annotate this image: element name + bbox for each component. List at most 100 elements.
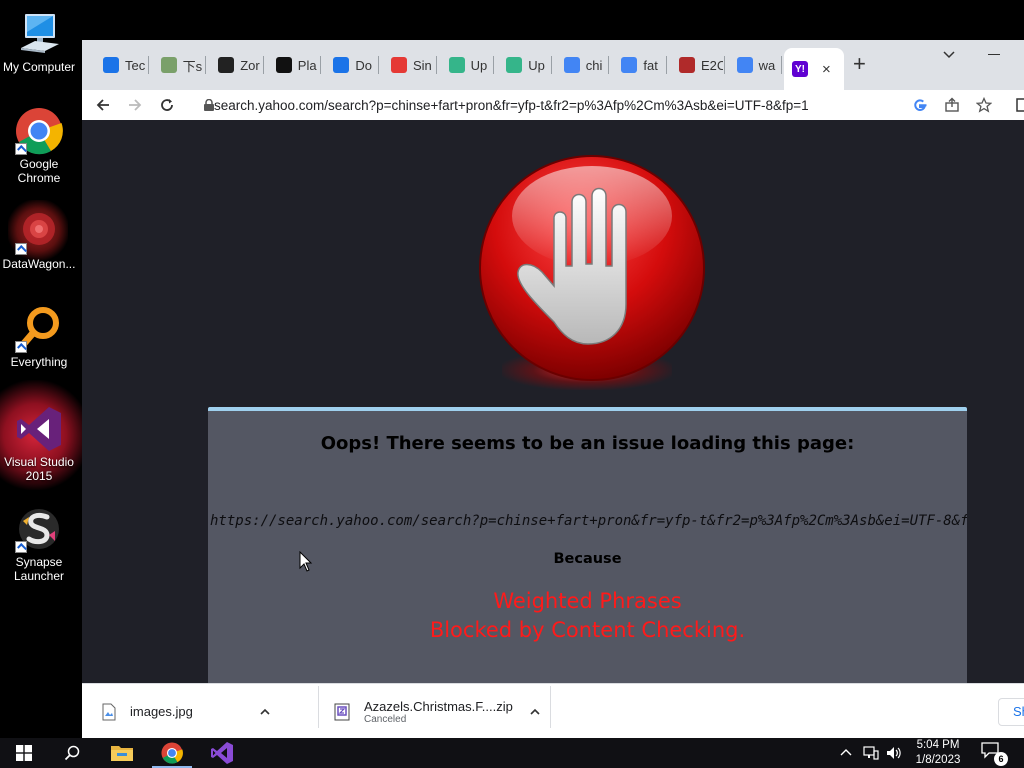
message-panel: Oops! There seems to be an issue loading… bbox=[208, 407, 967, 683]
tab-search-chevron-icon[interactable] bbox=[942, 48, 956, 62]
clock[interactable]: 5:04 PM 1/8/2023 bbox=[905, 738, 971, 768]
shortcut-arrow-icon bbox=[15, 541, 27, 553]
tab-separator bbox=[550, 56, 552, 74]
browser-tab[interactable]: Up bbox=[439, 52, 493, 78]
yahoo-y-icon: Y! bbox=[792, 61, 808, 77]
minimize-button[interactable] bbox=[988, 54, 1000, 55]
visual-studio-icon bbox=[211, 742, 233, 764]
tab-separator bbox=[320, 56, 322, 74]
zoro-z-icon bbox=[218, 57, 235, 73]
tab-label: chi bbox=[585, 57, 603, 73]
shortcut-arrow-icon bbox=[15, 143, 27, 155]
bookmark-star-button[interactable] bbox=[973, 94, 995, 116]
google-g-icon bbox=[621, 57, 638, 73]
browser-tab[interactable]: 下s bbox=[151, 52, 205, 78]
error-heading: Oops! There seems to be an issue loading… bbox=[320, 433, 855, 454]
new-tab-button[interactable]: + bbox=[853, 53, 866, 75]
browser-tab[interactable]: Pla bbox=[266, 52, 320, 78]
browser-tab[interactable]: chi bbox=[554, 52, 608, 78]
tab-separator bbox=[378, 56, 379, 74]
e2c-logo-icon bbox=[679, 57, 695, 73]
browser-tab[interactable]: E2C bbox=[669, 52, 723, 78]
back-button[interactable] bbox=[92, 94, 114, 116]
desktop-icon-label: Everything bbox=[10, 355, 68, 369]
forward-button[interactable] bbox=[124, 94, 146, 116]
desktop-icon-label: Visual Studio 2015 bbox=[4, 455, 74, 483]
tab-separator bbox=[666, 56, 667, 74]
start-button[interactable] bbox=[0, 738, 48, 768]
tab-active-yahoo[interactable]: Y! × bbox=[784, 48, 844, 90]
taskbar-chrome[interactable] bbox=[148, 738, 196, 768]
network-button[interactable] bbox=[860, 738, 882, 768]
red-lock-icon bbox=[391, 57, 407, 73]
share-icon bbox=[945, 97, 959, 112]
tab-label: 下s bbox=[182, 58, 203, 74]
desktop-icon-synapse-launcher[interactable]: Synapse Launcher bbox=[0, 505, 78, 583]
tab-separator bbox=[147, 56, 149, 74]
volume-button[interactable] bbox=[884, 738, 904, 768]
browser-tab[interactable]: Sin bbox=[381, 52, 435, 78]
block-reason: Weighted Phrases bbox=[493, 589, 682, 613]
share-button[interactable] bbox=[941, 94, 963, 116]
chrome-icon bbox=[15, 107, 63, 155]
desktop-icon-label: Google Chrome bbox=[17, 157, 61, 185]
tab-separator bbox=[435, 56, 437, 74]
windows-logo-icon bbox=[16, 745, 32, 761]
desktop-icon-my-computer[interactable]: My Computer bbox=[0, 10, 78, 74]
browser-tab[interactable]: fat bbox=[611, 52, 665, 78]
browser-tab[interactable]: Tec bbox=[93, 52, 147, 78]
reload-icon bbox=[161, 99, 173, 111]
clock-date: 1/8/2023 bbox=[915, 754, 961, 766]
download-bar: images.jpg Azazels.Christmas.F....zip Ca… bbox=[82, 683, 1024, 738]
side-panel-button[interactable] bbox=[1012, 94, 1024, 116]
browser-tab[interactable]: Do bbox=[323, 52, 377, 78]
everything-magnifier-icon bbox=[15, 305, 63, 353]
tray-overflow-button[interactable] bbox=[836, 738, 856, 768]
taskbar-file-explorer[interactable] bbox=[98, 738, 146, 768]
tab-label: Sin bbox=[413, 57, 432, 73]
tab-strip: Tec 下s Zor Pla Do Sin Up Up chi fat E2C wa Y! × + bbox=[82, 40, 1024, 90]
desktop-icon-google-chrome[interactable]: Google Chrome bbox=[0, 107, 78, 185]
chevron-up-icon[interactable] bbox=[529, 706, 541, 718]
taskbar-visual-studio[interactable] bbox=[198, 738, 246, 768]
browser-tab[interactable]: Zor bbox=[208, 52, 262, 78]
notification-count-badge: 6 bbox=[994, 752, 1008, 766]
browser-tab[interactable]: wa bbox=[727, 52, 781, 78]
close-tab-icon[interactable]: × bbox=[822, 61, 831, 78]
google-lens-button[interactable] bbox=[909, 94, 931, 116]
download-item[interactable]: Azazels.Christmas.F....zip Canceled bbox=[334, 684, 544, 738]
action-center-button[interactable]: 6 bbox=[980, 741, 1008, 766]
taskbar-search-button[interactable] bbox=[48, 738, 96, 768]
desktop-icon-visual-studio-2015[interactable]: Visual Studio 2015 bbox=[0, 405, 78, 483]
download-item[interactable]: images.jpg bbox=[102, 684, 312, 738]
url-text: search.yahoo.com/search?p=chinse+fart+pr… bbox=[214, 97, 809, 113]
reload-button[interactable] bbox=[156, 94, 178, 116]
synapse-s-icon bbox=[15, 505, 63, 553]
show-all-button[interactable]: Sh bbox=[998, 698, 1024, 726]
blue-compass-icon bbox=[103, 57, 119, 73]
back-arrow-icon bbox=[96, 99, 109, 111]
desktop-icon-label: My Computer bbox=[2, 60, 76, 74]
tab-separator bbox=[608, 56, 610, 74]
chrome-window: Tec 下s Zor Pla Do Sin Up Up chi fat E2C wa Y! × + bbox=[82, 40, 1024, 738]
green-upload-cloud-icon bbox=[448, 57, 465, 73]
tab-separator bbox=[493, 56, 495, 74]
tab-label: Tec bbox=[125, 57, 146, 73]
zip-archive-icon bbox=[334, 703, 350, 720]
address-bar[interactable]: search.yahoo.com/search?p=chinse+fart+pr… bbox=[192, 92, 1002, 118]
folder-icon bbox=[111, 746, 133, 761]
tab-label: E2C bbox=[701, 57, 723, 73]
download-arrow-icon bbox=[333, 57, 350, 73]
desktop-icon-everything[interactable]: Everything bbox=[0, 305, 78, 369]
because-label: Because bbox=[553, 551, 622, 567]
browser-tab[interactable]: Up bbox=[496, 52, 550, 78]
lock-icon bbox=[204, 99, 214, 111]
clock-time: 5:04 PM bbox=[916, 739, 960, 751]
tab-label: fat bbox=[643, 57, 658, 73]
image-thumbnail-icon bbox=[160, 57, 177, 73]
chevron-up-icon[interactable] bbox=[259, 706, 271, 718]
toolbar: search.yahoo.com/search?p=chinse+fart+pr… bbox=[82, 90, 1024, 120]
datawagon-icon bbox=[15, 207, 63, 255]
tab-label: Do bbox=[355, 57, 373, 73]
desktop-icon-datawagon[interactable]: DataWagon... bbox=[0, 207, 78, 271]
